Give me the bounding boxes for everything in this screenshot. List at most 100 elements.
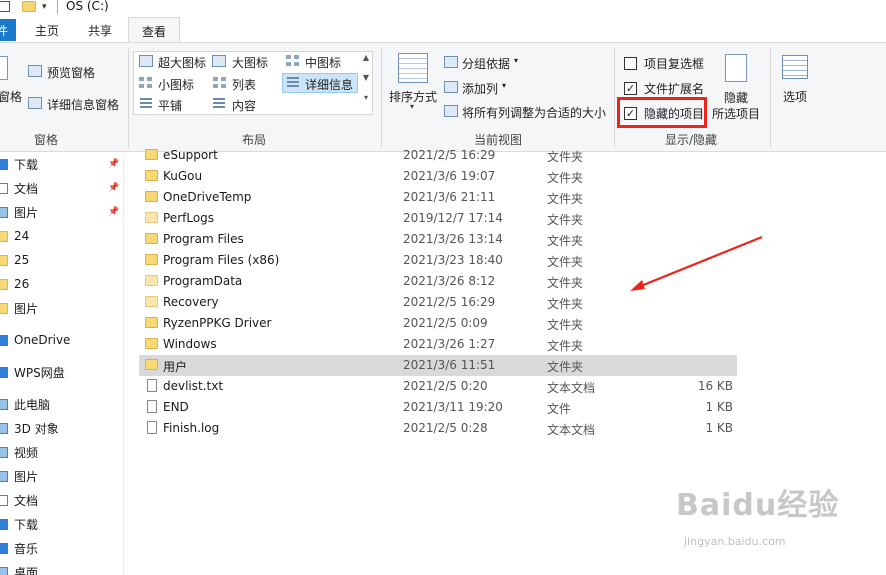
options-button[interactable]: 选项 (783, 88, 807, 105)
file-size-cell: 16 KB (697, 379, 733, 393)
table-row[interactable]: RyzenPPKG Driver 2021/2/5 0:09 文件夹 (139, 313, 737, 334)
file-type-cell: 文件夹 (547, 192, 584, 206)
file-date-cell: 2021/2/5 0:28 (403, 421, 488, 435)
table-row[interactable]: PerfLogs 2019/12/7 17:14 文件夹 (139, 208, 737, 229)
sidebar-item[interactable]: 图片 📌 (0, 201, 120, 223)
preview-pane-button[interactable]: 预览窗格 (47, 64, 95, 81)
pin-icon: 📌 (108, 207, 120, 217)
navigation-pane-label[interactable]: 窗格 (0, 88, 22, 105)
pictures-icon (0, 470, 8, 482)
add-columns-icon (444, 81, 458, 93)
file-icon (147, 379, 157, 392)
tiles-icon (140, 98, 152, 110)
table-row[interactable]: Windows 2021/3/26 1:27 文件夹 (139, 334, 737, 355)
table-row[interactable]: OneDriveTemp 2021/3/6 21:11 文件夹 (139, 187, 737, 208)
large-icons-icon (212, 55, 226, 67)
sidebar-item[interactable]: 图片 (0, 465, 120, 487)
hide-selected-items-button[interactable]: 隐藏 (724, 89, 748, 106)
sidebar-item-label: 图片 (14, 469, 39, 484)
sidebar-item[interactable]: 视频 (0, 441, 120, 463)
file-date-cell: 2021/3/26 1:27 (403, 337, 496, 351)
table-row[interactable]: END 2021/3/11 19:20 文件 1 KB (139, 397, 737, 418)
quick-access-properties-icon[interactable] (0, 1, 10, 12)
layout-content[interactable]: 内容 (232, 97, 256, 114)
customize-toolbar-chevron-icon[interactable]: ▾ (42, 2, 47, 12)
file-date-cell: 2021/3/6 19:07 (403, 169, 496, 183)
table-row[interactable]: devlist.txt 2021/2/5 0:20 文本文档 16 KB (139, 376, 737, 397)
details-pane-icon (28, 97, 42, 109)
sort-by-icon (398, 53, 428, 83)
tab-file-label: 件 (0, 24, 9, 38)
file-name-cell: eSupport (163, 148, 218, 162)
file-name-cell: KuGou (163, 169, 203, 183)
layout-extra-large-icons[interactable]: 超大图标 (158, 54, 206, 71)
3d-objects-icon (0, 422, 8, 434)
sidebar-item[interactable]: 文档 📌 (0, 177, 120, 199)
layout-expand-icon[interactable]: ▾ (360, 93, 372, 113)
sidebar-item-label: 文档 (14, 493, 39, 508)
navigation-pane-icon[interactable] (0, 56, 8, 80)
file-extensions-checkbox[interactable]: ✓ (624, 82, 637, 95)
sidebar-item[interactable]: 桌面 (0, 561, 120, 575)
sidebar-item[interactable]: 文档 (0, 489, 120, 511)
file-type-cell: 文件夹 (547, 318, 584, 332)
sidebar-item[interactable]: 音乐 (0, 537, 120, 559)
size-all-columns-button[interactable]: 将所有列调整为合适的大小 (462, 104, 606, 121)
sidebar-item[interactable]: 25 (0, 249, 120, 271)
hide-selected-items-icon (725, 54, 747, 82)
file-name-cell: Recovery (163, 295, 219, 309)
sidebar-item[interactable]: 下载 (0, 513, 120, 535)
sidebar-item[interactable]: 3D 对象 (0, 417, 120, 439)
sidebar-item[interactable]: 下载 📌 (0, 153, 120, 175)
new-folder-icon[interactable] (22, 1, 36, 12)
file-date-cell: 2021/3/6 11:51 (403, 358, 496, 372)
sidebar-item[interactable]: 图片 (0, 297, 120, 319)
layout-tiles[interactable]: 平铺 (158, 97, 182, 114)
sidebar-item[interactable]: OneDrive (0, 329, 120, 351)
watermark-logo: Baidu经验 (676, 488, 840, 523)
sidebar-item[interactable]: WPS网盘 (0, 361, 120, 383)
sidebar-item-label: OneDrive (14, 333, 71, 347)
file-extensions-label[interactable]: 文件扩展名 (644, 80, 704, 97)
item-checkboxes-label[interactable]: 项目复选框 (644, 55, 704, 72)
table-row[interactable]: 用户 2021/3/6 11:51 文件夹 (139, 355, 737, 376)
file-name-cell: Finish.log (163, 421, 220, 435)
tab-share[interactable]: 共享 (88, 19, 112, 41)
add-columns-button[interactable]: 添加列 (462, 80, 498, 97)
folder-icon (145, 170, 158, 181)
folder-icon (145, 212, 158, 223)
folder-icon (145, 359, 158, 370)
layout-details[interactable]: 详细信息 (305, 76, 353, 93)
sidebar-item-label: 音乐 (14, 541, 39, 556)
layout-small-icons[interactable]: 小图标 (158, 76, 194, 93)
onedrive-icon (0, 334, 8, 346)
hide-selected-items-button-line2[interactable]: 所选项目 (712, 105, 760, 122)
layout-list[interactable]: 列表 (232, 76, 256, 93)
content-icon (213, 98, 225, 110)
table-row[interactable]: KuGou 2021/3/6 19:07 文件夹 (139, 166, 737, 187)
layout-medium-icons[interactable]: 中图标 (305, 54, 341, 71)
table-row[interactable]: eSupport 2021/2/5 16:29 文件夹 (139, 145, 737, 166)
layout-scroll-up-icon[interactable]: ▲ (360, 53, 372, 73)
sidebar-item-label: 下载 (14, 157, 39, 172)
tab-home[interactable]: 主页 (35, 19, 59, 41)
pictures-icon (0, 206, 8, 218)
file-icon (147, 421, 157, 434)
extra-large-icons-icon (139, 55, 153, 67)
layout-large-icons[interactable]: 大图标 (232, 54, 268, 71)
file-type-cell: 文件夹 (547, 234, 584, 248)
file-name-cell: PerfLogs (163, 211, 215, 225)
sidebar-item[interactable]: 26 (0, 273, 120, 295)
folder-icon (145, 275, 158, 286)
watermark-url: jingyan.baidu.com (684, 535, 786, 548)
item-checkboxes-checkbox[interactable] (624, 57, 637, 70)
layout-scroll-down-icon[interactable]: ▼ (360, 73, 372, 93)
table-row[interactable]: Finish.log 2021/2/5 0:28 文本文档 1 KB (139, 418, 737, 439)
sidebar-item[interactable]: 24 (0, 225, 120, 247)
sidebar-item[interactable]: 此电脑 (0, 393, 120, 415)
details-pane-button[interactable]: 详细信息窗格 (47, 96, 119, 113)
group-by-button[interactable]: 分组依据 (462, 55, 510, 72)
tab-view[interactable]: 查看 (128, 17, 180, 43)
tab-file[interactable]: 件 (0, 19, 16, 41)
sidebar-item-label: 26 (14, 277, 30, 291)
